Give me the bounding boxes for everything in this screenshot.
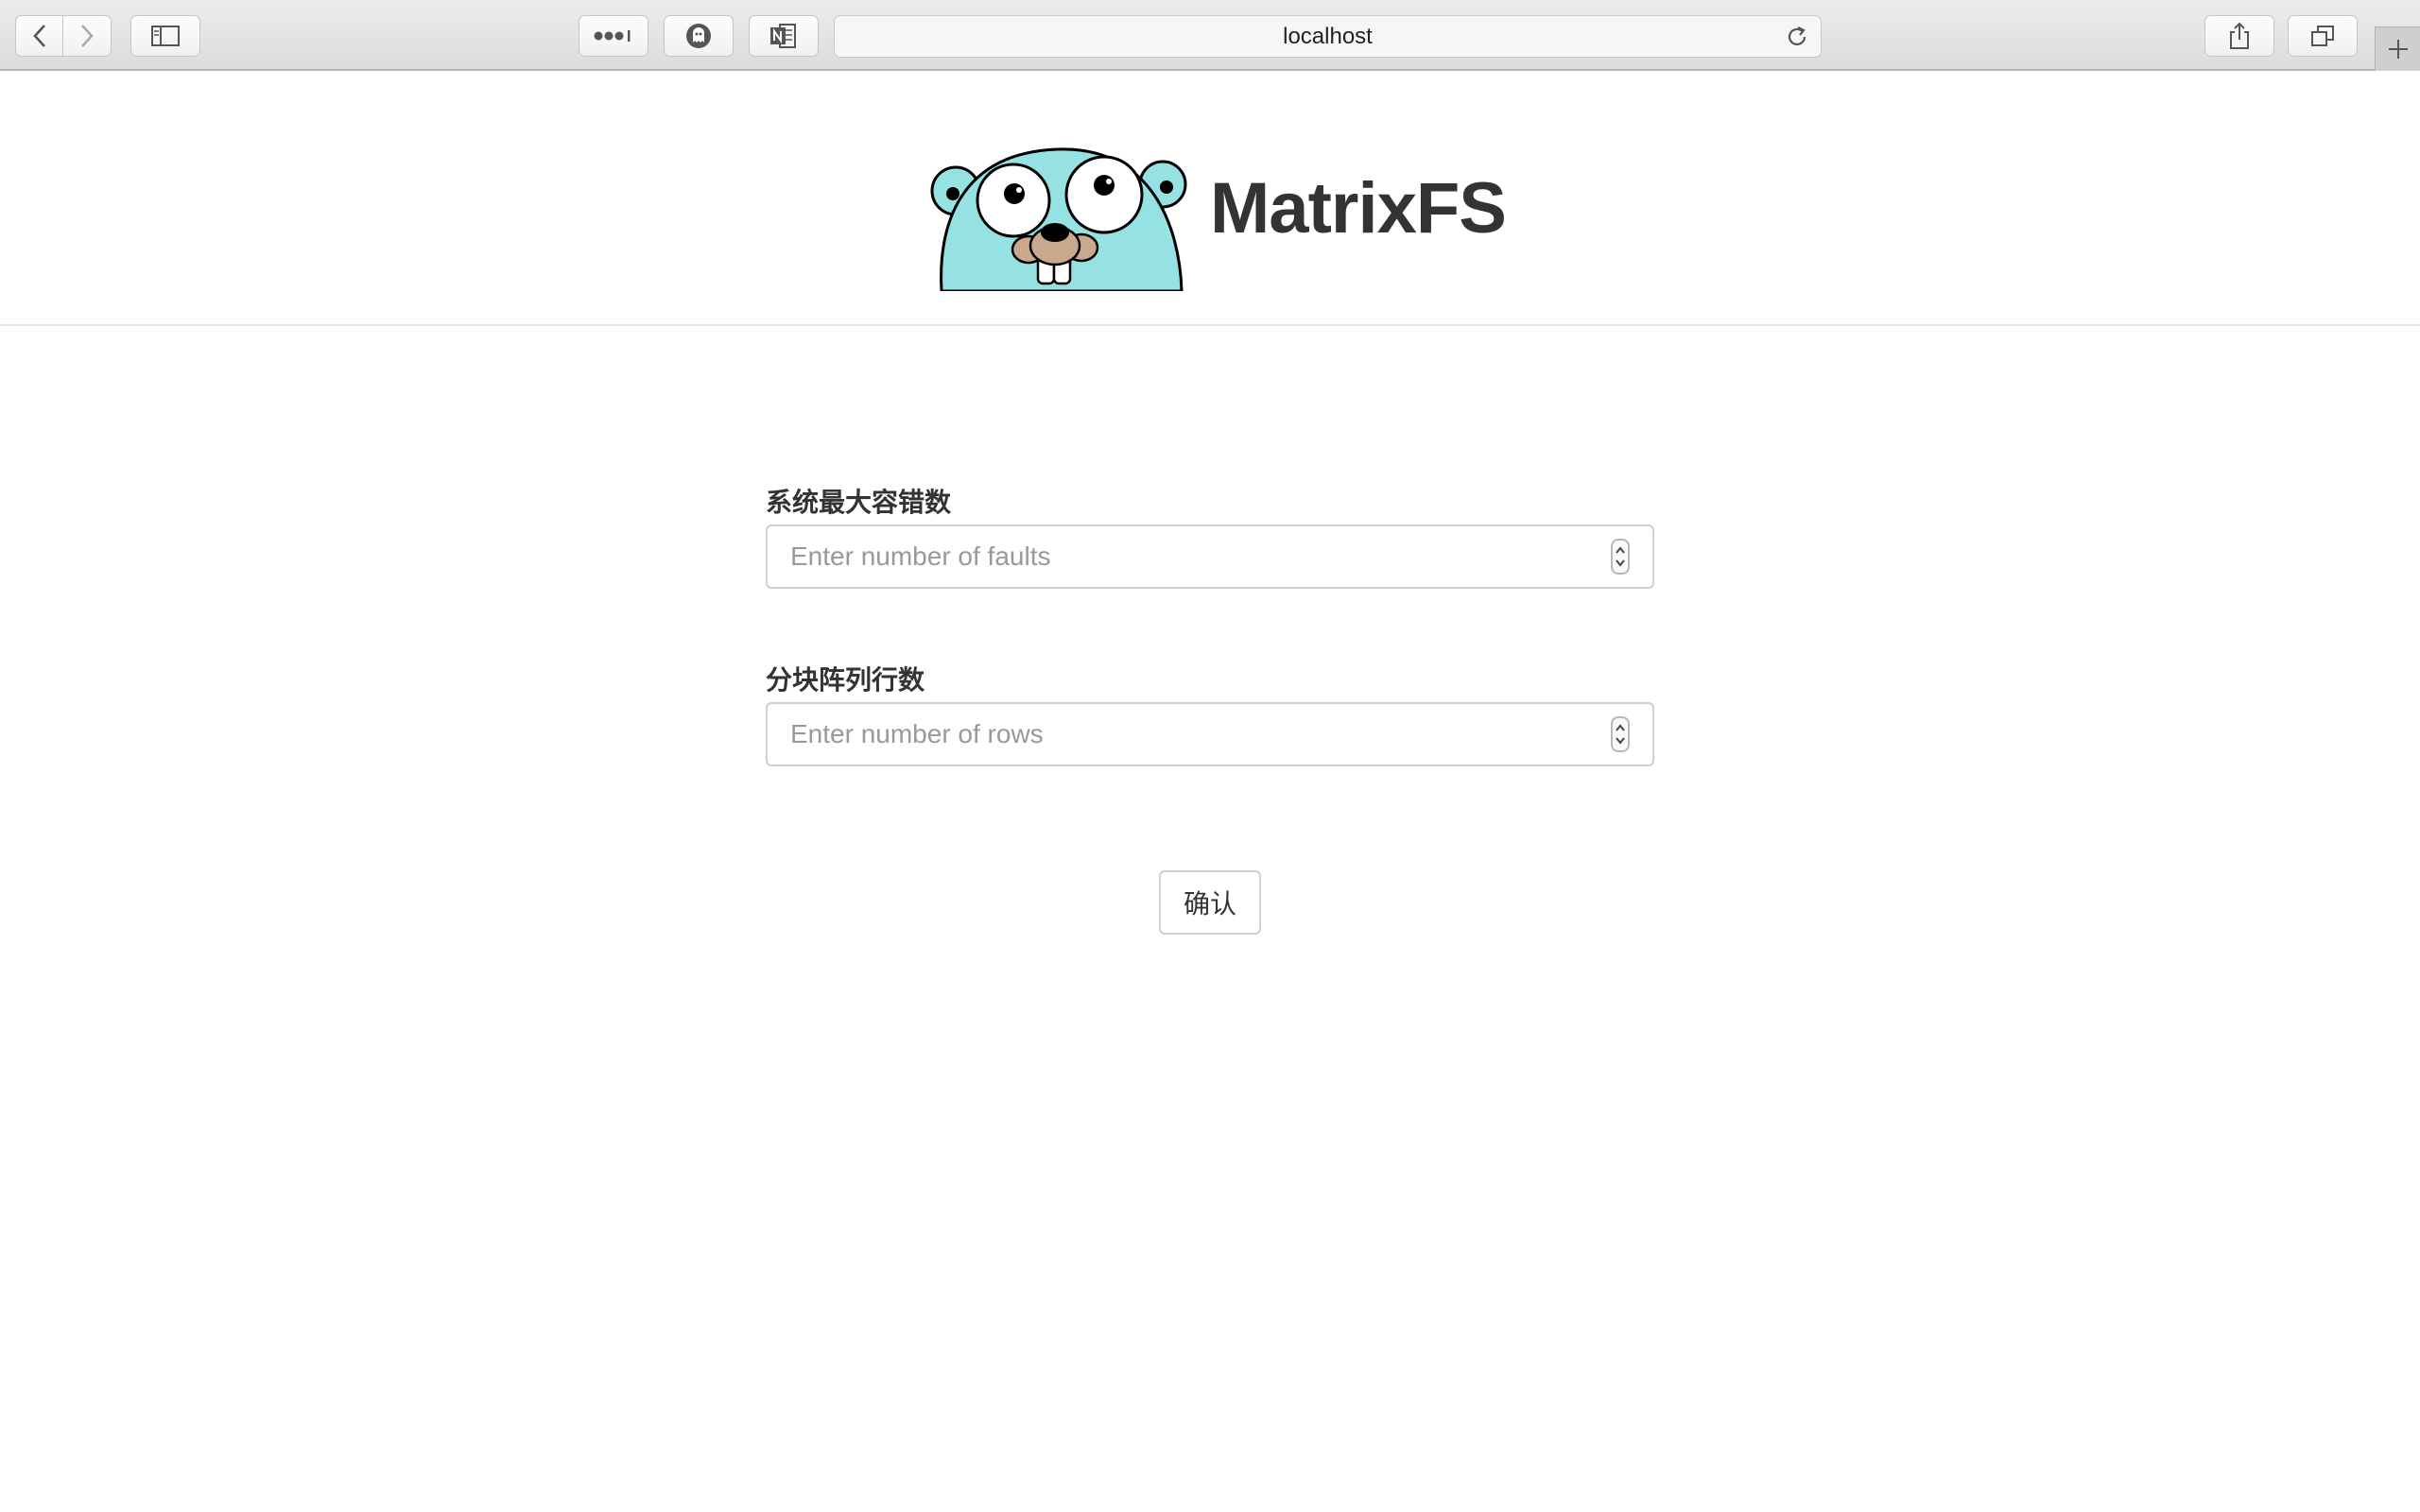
url-text: localhost [1283, 23, 1373, 49]
site-header: MatrixFS [0, 73, 2420, 326]
faults-stepper[interactable] [1611, 539, 1630, 575]
share-icon [2230, 22, 2249, 49]
rows-label: 分块阵列行数 [766, 665, 925, 695]
stepper-arrows-icon [1616, 546, 1625, 567]
rows-input[interactable] [766, 702, 1654, 766]
tabs-icon [2311, 26, 2334, 46]
reload-icon[interactable] [1785, 25, 1809, 49]
site-title: MatrixFS [1210, 168, 1507, 249]
sidebar-button[interactable] [130, 15, 200, 57]
address-bar[interactable]: localhost [834, 15, 1822, 58]
chevron-right-icon [81, 25, 94, 47]
extension-button-onenote[interactable] [749, 15, 819, 57]
go-gopher-logo [930, 147, 1187, 291]
plus-icon [2388, 40, 2408, 59]
onenote-icon [770, 24, 796, 48]
back-button[interactable] [15, 15, 63, 57]
ghostery-icon [686, 24, 711, 48]
confirm-button[interactable]: 确认 [1159, 870, 1261, 935]
sidebar-icon [151, 26, 180, 46]
faults-input[interactable] [766, 524, 1654, 589]
new-tab-button[interactable] [2375, 26, 2420, 71]
chevron-left-icon [32, 25, 45, 47]
more-dots-icon [594, 30, 631, 42]
share-button[interactable] [2204, 15, 2274, 57]
rows-stepper[interactable] [1611, 716, 1630, 752]
extension-button-ghostery[interactable] [664, 15, 734, 57]
stepper-arrows-icon [1616, 724, 1625, 745]
navigation-buttons [15, 15, 112, 57]
faults-label: 系统最大容错数 [766, 488, 952, 517]
forward-button[interactable] [63, 15, 112, 57]
reader-button[interactable] [579, 15, 648, 57]
browser-toolbar: localhost [0, 0, 2420, 71]
tabs-button[interactable] [2288, 15, 2358, 57]
